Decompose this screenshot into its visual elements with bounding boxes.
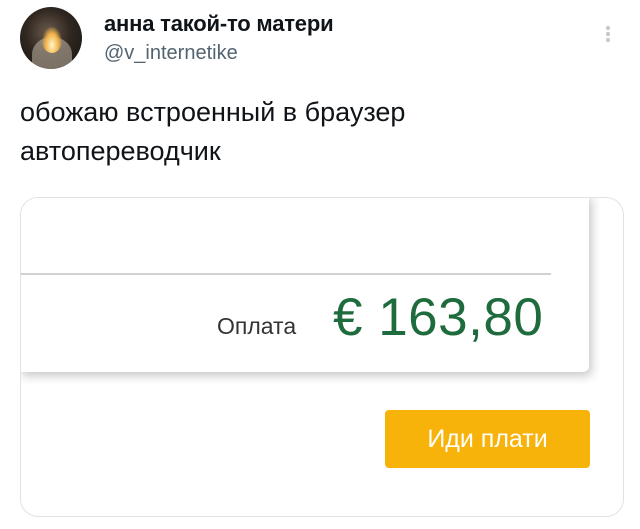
author-handle[interactable]: @v_internetike [104,42,238,65]
tweet-media-image[interactable]: Оплата € 163,80 Иди плати [20,197,624,517]
author-display-name[interactable]: анна такой-то матери [104,11,334,37]
avatar-flame [42,27,62,53]
more-options-icon[interactable] [598,20,618,48]
total-label: Оплата [217,313,297,339]
total-amount: € 163,80 [333,288,544,347]
tweet-text: обожаю встроенный в браузер автопереводч… [20,97,406,166]
avatar[interactable] [20,7,82,69]
card-divider [21,273,551,275]
pay-button[interactable]: Иди плати [385,410,590,468]
checkout-card: Оплата € 163,80 [21,198,589,372]
tweet-header: анна такой-то матери @v_internetike [0,0,640,80]
